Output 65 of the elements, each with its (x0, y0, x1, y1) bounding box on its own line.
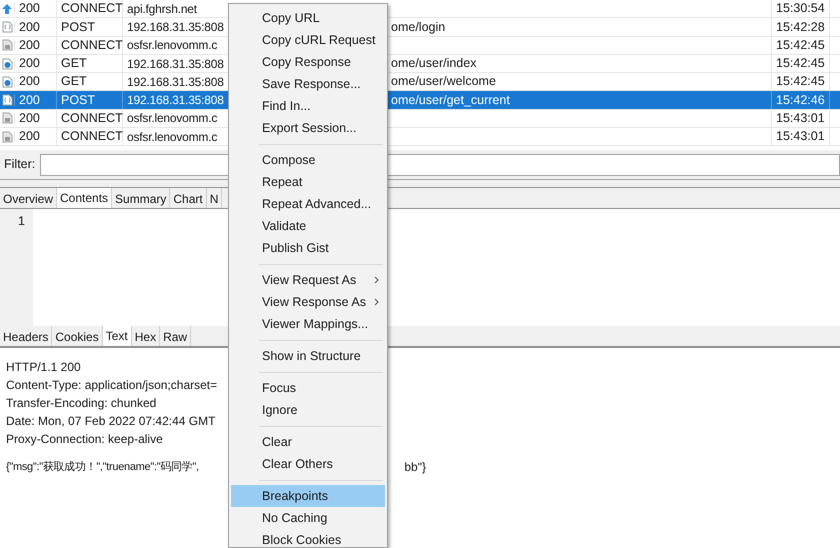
table-cell-text: GET (61, 73, 87, 90)
table-cell-text: 200 (19, 55, 40, 72)
table-cell-text: POST (61, 18, 96, 36)
table-cell-text: 200 (19, 128, 40, 146)
table-cell-text: CONNECT (61, 0, 123, 18)
response-header-line: Content-Type: application/json;charset= (6, 377, 218, 394)
response-header-line: Date: Mon, 07 Feb 2022 07:42:44 GMT (6, 413, 216, 430)
menu-item[interactable]: Focus (231, 377, 385, 399)
table-cell-text: POST (61, 92, 96, 109)
filter-label: Filter: (3, 156, 36, 174)
table-cell-text: 200 (19, 18, 40, 36)
table-cell-text: ome/user/index (391, 55, 476, 72)
menu-item[interactable]: View Request As (231, 269, 385, 291)
response-body-text: {"msg":"获取成功！","truename":"码同学", (6, 460, 199, 475)
menu-item[interactable]: Block Cookies (231, 529, 385, 547)
menu-item[interactable]: View Response As (231, 291, 385, 313)
response-header-line: Transfer-Encoding: chunked (6, 395, 156, 412)
upload-arrow-icon (1, 2, 13, 15)
tab[interactable]: Text (102, 326, 132, 346)
menu-item[interactable]: Publish Gist (231, 237, 385, 259)
table-cell-text: 15:43:01 (776, 128, 825, 146)
menu-item[interactable]: Repeat (231, 171, 385, 193)
table-cell-text: 192.168.31.35:808 (127, 56, 224, 73)
table-cell-text: CONNECT (61, 36, 123, 54)
response-body-text: bb"} (404, 459, 426, 476)
table-cell-text: 200 (19, 36, 40, 54)
table-cell-text: GET (61, 55, 87, 72)
table-cell-text: 200 (19, 92, 40, 109)
response-header-line: Proxy-Connection: keep-alive (6, 431, 163, 448)
table-cell-text: 15:42:28 (776, 18, 825, 36)
menu-item[interactable]: Viewer Mappings... (231, 313, 385, 335)
table-cell-text: 15:42:46 (776, 92, 825, 109)
menu-item[interactable]: No Caching (231, 507, 385, 529)
document-icon (1, 94, 13, 106)
table-cell-text: 192.168.31.35:808 (127, 74, 224, 91)
menu-item[interactable]: Ignore (231, 399, 385, 421)
table-cell-text: CONNECT (61, 128, 123, 146)
menu-item[interactable]: Compose (231, 149, 385, 171)
table-cell-text: 192.168.31.35:808 (127, 18, 224, 36)
table-cell-text: 200 (19, 0, 40, 18)
menu-item[interactable]: Breakpoints (231, 485, 385, 507)
table-cell-text: osfsr.lenovomm.c (127, 128, 218, 146)
table-cell-text: ome/user/get_current (391, 92, 510, 109)
table-cell-text: CONNECT (61, 110, 123, 128)
table-cell-text: 192.168.31.35:808 (127, 92, 224, 110)
table-cell-text: osfsr.lenovomm.c (127, 110, 218, 128)
table-cell-text: ome/login (391, 18, 446, 36)
menu-item[interactable]: Show in Structure (231, 345, 385, 367)
menu-item[interactable]: Clear Others (231, 453, 385, 475)
table-cell-text: 15:42:45 (776, 73, 825, 90)
table-cell-text: 200 (19, 73, 40, 90)
line-number: 1 (18, 213, 25, 230)
table-cell-text: 15:42:45 (776, 36, 825, 54)
table-cell-text: 15:43:01 (776, 110, 825, 128)
menu-item[interactable]: Validate (231, 215, 385, 237)
table-cell-text: 15:30:54 (776, 0, 825, 18)
table-cell-text: api.fghrsh.net (127, 0, 197, 18)
menu-item[interactable]: Clear (231, 431, 385, 453)
table-cell-text: ome/user/welcome (391, 73, 496, 90)
table-cell-text: osfsr.lenovomm.c (127, 37, 218, 54)
tab[interactable]: Contents (57, 188, 112, 208)
table-cell-text: 15:42:45 (776, 55, 825, 72)
menu-item[interactable]: Repeat Advanced... (231, 193, 385, 215)
response-header-line: HTTP/1.1 200 (6, 359, 81, 376)
table-cell-text: 200 (19, 110, 40, 128)
